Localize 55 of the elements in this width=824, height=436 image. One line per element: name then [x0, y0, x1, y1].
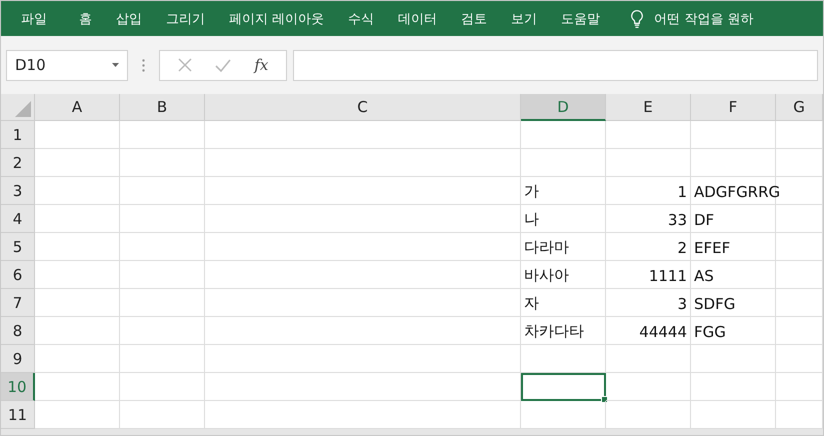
menu-tab[interactable]: 수식	[348, 10, 374, 28]
column-header[interactable]: G	[776, 94, 823, 121]
menu-tab[interactable]: 보기	[511, 10, 538, 28]
lightbulb-icon	[630, 8, 644, 28]
row-header[interactable]: 3	[1, 177, 35, 205]
table-cell[interactable]: 차카다타	[521, 317, 606, 345]
row-header[interactable]: 6	[1, 261, 35, 289]
table-cell[interactable]: AS	[691, 261, 776, 289]
table-cell[interactable]: 2	[606, 233, 691, 261]
row-header[interactable]: 5	[1, 233, 35, 261]
insert-function-button[interactable]: fx	[254, 56, 268, 74]
row-header[interactable]: 8	[1, 317, 35, 345]
name-box[interactable]: D10	[6, 50, 128, 80]
column-header[interactable]: B	[120, 94, 205, 121]
menu-tab[interactable]: 페이지 레이아웃	[229, 10, 324, 28]
table-cell[interactable]: 44444	[606, 317, 691, 345]
select-all-button[interactable]	[1, 94, 35, 121]
column-header[interactable]: E	[606, 94, 691, 121]
table-cell[interactable]	[521, 373, 606, 401]
row-header[interactable]: 7	[1, 289, 35, 317]
menu-tab[interactable]: 검토	[461, 10, 488, 28]
menu-tab[interactable]: 데이터	[398, 10, 438, 28]
row-header[interactable]: 10	[1, 373, 35, 401]
row-header[interactable]: 11	[1, 401, 35, 429]
table-cell[interactable]: 1	[606, 177, 691, 205]
select-all-icon	[15, 101, 31, 117]
drag-handle-icon[interactable]	[142, 58, 145, 72]
column-header[interactable]: C	[205, 94, 521, 121]
table-cell[interactable]: 33	[606, 205, 691, 233]
menu-tab[interactable]: 홈	[79, 10, 92, 28]
formula-input[interactable]	[293, 50, 818, 80]
table-cell[interactable]: EFEF	[691, 233, 776, 261]
menu-tab[interactable]: 파일	[21, 10, 47, 28]
table-cell[interactable]: 1111	[606, 261, 691, 289]
table-cell[interactable]: DF	[691, 205, 776, 233]
row-header[interactable]: 1	[1, 121, 35, 149]
table-cell[interactable]: 다라마	[521, 233, 606, 261]
table-cell[interactable]: FGG	[691, 317, 776, 345]
tell-me-search[interactable]: 어떤 작업을 원하	[654, 10, 754, 28]
table-cell[interactable]: SDFG	[691, 289, 776, 317]
table-cell[interactable]: 나	[521, 205, 606, 233]
menu-tab[interactable]: 그리기	[166, 10, 205, 28]
table-cell[interactable]: 3	[606, 289, 691, 317]
column-header[interactable]: F	[691, 94, 776, 121]
table-cell[interactable]: 자	[521, 289, 606, 317]
menu-tab[interactable]: 삽입	[116, 10, 142, 28]
table-cell[interactable]: 가	[521, 177, 606, 205]
caret-icon	[112, 63, 119, 67]
row-header[interactable]: 9	[1, 345, 35, 373]
menu-tab[interactable]: 도움말	[561, 10, 600, 28]
row-header[interactable]: 2	[1, 149, 35, 177]
column-header[interactable]: A	[35, 94, 120, 121]
table-cell[interactable]: 바사아	[521, 261, 606, 289]
column-header[interactable]: D	[521, 94, 606, 121]
row-header[interactable]: 4	[1, 205, 35, 233]
